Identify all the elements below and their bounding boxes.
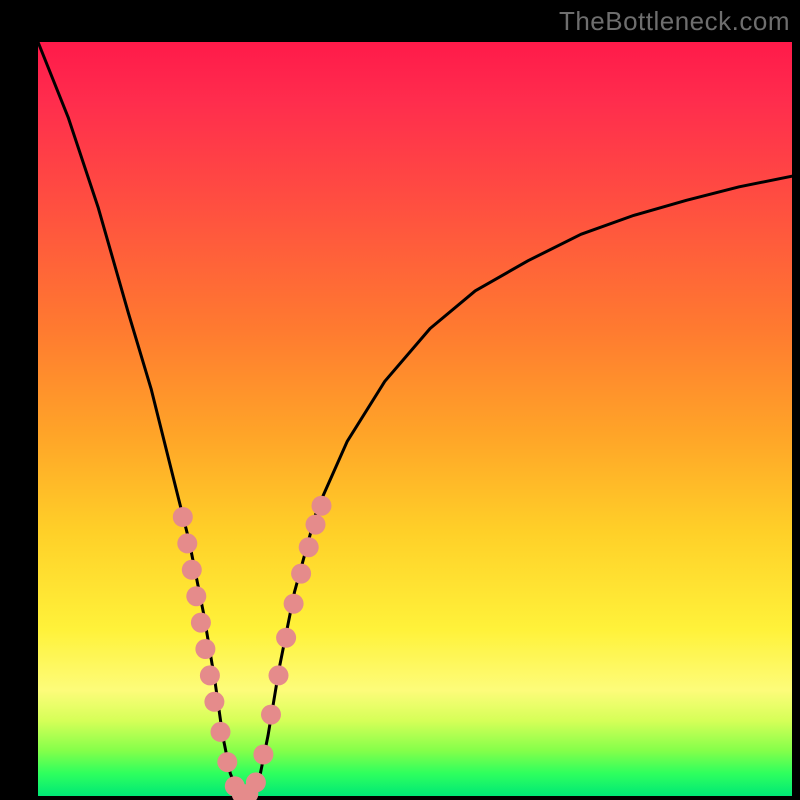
marker-dot [173,507,193,527]
marker-dot [312,496,332,516]
marker-dot [177,533,197,553]
marker-dot [211,722,231,742]
marker-dot [186,586,206,606]
marker-dot [276,628,296,648]
marker-dot [182,560,202,580]
marker-dot [253,745,273,765]
main-curve-path [38,42,792,795]
marker-dot [269,665,289,685]
plot-area [38,42,792,796]
marker-dot [246,772,266,792]
chart-root: TheBottleneck.com [0,0,800,800]
marker-dot [306,515,326,535]
marker-dot [284,594,304,614]
watermark-text: TheBottleneck.com [559,6,790,37]
marker-dot [195,639,215,659]
marker-dot [204,692,224,712]
curve-overlay [38,42,792,796]
marker-dot [261,705,281,725]
marker-dot [217,752,237,772]
marker-dot [299,537,319,557]
marker-dot [291,564,311,584]
marker-dot [200,665,220,685]
data-markers [173,496,332,800]
bottleneck-curve [38,42,792,795]
marker-dot [191,613,211,633]
